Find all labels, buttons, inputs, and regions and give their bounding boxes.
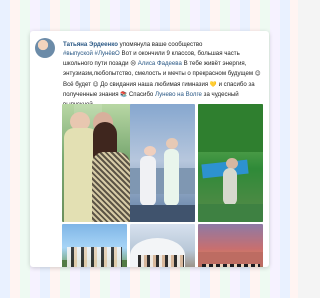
photo-3-trees: [198, 104, 263, 152]
post-headline: упомянула ваше сообщество: [119, 41, 203, 48]
mention-lunevo[interactable]: Лунево на Волге: [155, 91, 202, 98]
post-text: Татьяна Эрдеенко упомянула ваше сообщест…: [63, 40, 264, 110]
photo-3-grass: [198, 204, 263, 222]
photo-4-group: [67, 247, 122, 267]
photo-5-group: [138, 255, 184, 267]
photo-5[interactable]: [130, 224, 195, 267]
author-name[interactable]: Татьяна Эрдеенко: [63, 41, 118, 48]
post-hashtags[interactable]: #выпуской #ЛунёвО: [63, 50, 120, 57]
photo-6[interactable]: [198, 224, 263, 267]
photo-3-person: [223, 168, 237, 206]
post-body-3: Всё будет: [63, 80, 91, 88]
photo-2-ground: [130, 205, 195, 222]
author-avatar[interactable]: [35, 38, 55, 58]
photo-2-dress-1: [140, 156, 156, 206]
post-body-4: До свидания наша любимая гимназия: [100, 80, 209, 88]
post-card: Татьяна Эрдеенко упомянула ваше сообщест…: [30, 31, 269, 267]
post-body-6: Спасибо: [128, 91, 154, 99]
photo-1-person-2: [92, 152, 130, 222]
heart-emoji-icon: 💛: [209, 81, 217, 88]
photo-2-face-2: [166, 138, 178, 149]
photo-3[interactable]: [198, 104, 263, 222]
mention-alisa[interactable]: Алиса Фадеева: [138, 60, 182, 67]
sad-emoji-icon: 😢: [130, 60, 137, 67]
photo-2-dress-2: [164, 149, 179, 206]
smile-emoji-icon: 😊: [254, 71, 261, 78]
books-emoji-icon: 📚: [120, 92, 128, 99]
photo-2[interactable]: [130, 104, 195, 222]
photo-2-face-1: [144, 146, 156, 156]
wink-emoji-icon: 😉: [92, 81, 99, 88]
photo-6-group: [202, 264, 260, 267]
photo-4[interactable]: [62, 224, 127, 267]
